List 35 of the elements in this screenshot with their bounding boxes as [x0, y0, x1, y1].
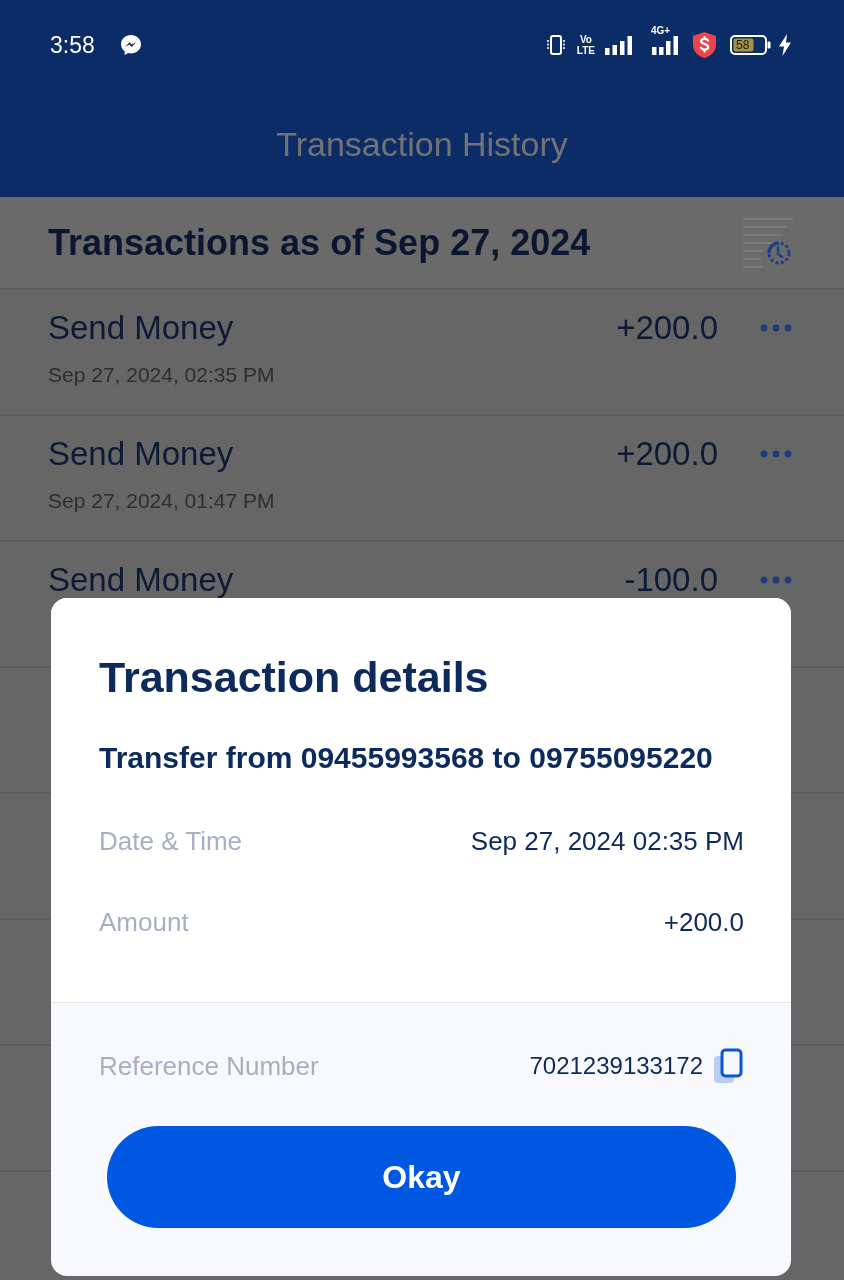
chat-bubble-icon: [119, 34, 142, 56]
transaction-amount: -100.0: [624, 563, 718, 596]
transactions-date-heading: Transactions as of Sep 27, 2024: [48, 221, 591, 264]
detail-value: +200.0: [663, 906, 744, 938]
charging-bolt-icon: [778, 34, 792, 56]
dollar-shield-icon: [692, 31, 717, 59]
transaction-amount: +200.0: [616, 437, 718, 470]
history-filter-icon[interactable]: [743, 217, 793, 268]
more-options-icon[interactable]: [760, 576, 792, 584]
detail-label: Amount: [99, 906, 189, 938]
okay-button[interactable]: Okay: [107, 1126, 736, 1228]
transaction-amount: +200.0: [616, 311, 718, 344]
screen-title: Transaction History: [276, 123, 568, 164]
status-time: 3:58: [50, 31, 95, 59]
battery-icon: [730, 35, 771, 55]
volte-label: Vo: [579, 34, 592, 45]
reference-number: 7021239133172: [529, 1051, 703, 1081]
transaction-title: Send Money: [48, 437, 234, 470]
transaction-title: Send Money: [48, 563, 234, 596]
transaction-date: Sep 27, 2024, 02:35 PM: [48, 362, 275, 388]
detail-label: Date & Time: [99, 825, 243, 857]
transaction-title: Send Money: [48, 311, 234, 344]
battery-level-text: 58: [736, 39, 750, 51]
more-options-icon[interactable]: [760, 450, 792, 458]
dialog-title: Transaction details: [99, 652, 489, 703]
network-label: 4G+: [651, 26, 671, 36]
more-options-icon[interactable]: [760, 324, 792, 332]
reference-label: Reference Number: [99, 1050, 319, 1082]
transaction-date: Sep 27, 2024, 01:47 PM: [48, 488, 275, 514]
transfer-description: Transfer from 09455993568 to 09755095220: [99, 740, 713, 776]
volte-label: LTE: [576, 45, 595, 56]
vibrate-icon: [545, 34, 566, 56]
copy-icon[interactable]: [713, 1048, 743, 1084]
signal-icon: [605, 35, 633, 55]
detail-value: Sep 27, 2024 02:35 PM: [470, 825, 744, 857]
